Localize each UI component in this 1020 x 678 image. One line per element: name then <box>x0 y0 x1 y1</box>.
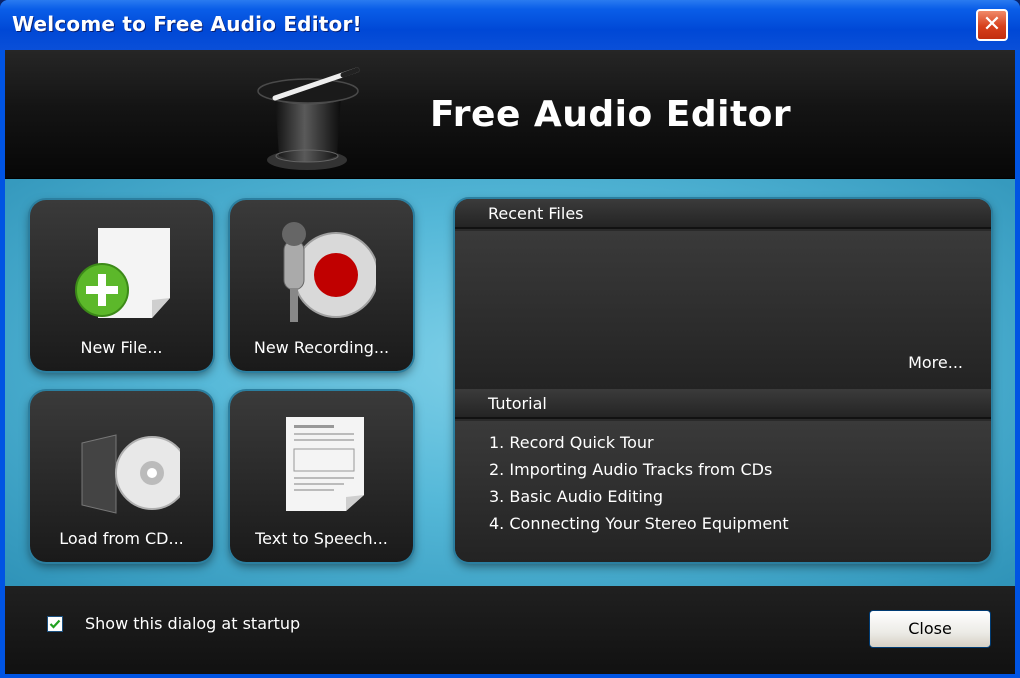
app-name-heading: Free Audio Editor <box>430 94 792 135</box>
checkmark-icon <box>49 619 61 629</box>
startup-label[interactable]: Show this dialog at startup <box>85 614 300 633</box>
text-to-speech-button[interactable]: Text to Speech... <box>230 391 413 562</box>
cd-case-icon <box>81 434 180 514</box>
tutorial-list-container: 1. Record Quick Tour 2. Importing Audio … <box>455 421 991 562</box>
close-window-button[interactable]: ✕ <box>976 9 1008 41</box>
banner: Free Audio Editor <box>5 50 1015 179</box>
tutorial-header: Tutorial <box>455 389 991 419</box>
more-link[interactable]: More... <box>908 353 963 372</box>
dialog-footer: Show this dialog at startup Close <box>5 586 1015 674</box>
recent-files-header: Recent Files <box>455 199 991 229</box>
new-file-icon <box>75 228 170 318</box>
load-from-cd-button[interactable]: Load from CD... <box>30 391 213 562</box>
close-icon: ✕ <box>982 12 1002 37</box>
title-bar[interactable]: Welcome to Free Audio Editor! ✕ <box>0 0 1020 50</box>
startup-checkbox[interactable] <box>47 616 63 632</box>
document-icon <box>286 417 364 511</box>
window-title: Welcome to Free Audio Editor! <box>12 12 362 36</box>
magic-hat-icon <box>257 67 360 170</box>
info-panel: Recent Files More... Tutorial 1. Record … <box>455 199 991 562</box>
close-button[interactable]: Close <box>869 610 991 648</box>
tutorial-link[interactable]: 2. Importing Audio Tracks from CDs <box>489 456 789 483</box>
dialog-client: Free Audio Editor New File... New Record… <box>5 50 1015 674</box>
new-file-label: New File... <box>80 338 163 357</box>
text-to-speech-label: Text to Speech... <box>255 529 388 548</box>
microphone-record-icon <box>282 222 376 322</box>
tutorial-link[interactable]: 1. Record Quick Tour <box>489 429 789 456</box>
tutorial-list: 1. Record Quick Tour 2. Importing Audio … <box>489 429 789 537</box>
recent-files-list: More... <box>455 231 991 389</box>
new-file-button[interactable]: New File... <box>30 200 213 371</box>
tutorial-link[interactable]: 3. Basic Audio Editing <box>489 483 789 510</box>
welcome-dialog: Welcome to Free Audio Editor! ✕ Free Aud… <box>0 0 1020 678</box>
tutorial-link[interactable]: 4. Connecting Your Stereo Equipment <box>489 510 789 537</box>
load-from-cd-label: Load from CD... <box>59 529 184 548</box>
new-recording-button[interactable]: New Recording... <box>230 200 413 371</box>
new-recording-label: New Recording... <box>253 338 390 357</box>
action-area: New File... New Recording... Load from C… <box>5 179 1015 586</box>
